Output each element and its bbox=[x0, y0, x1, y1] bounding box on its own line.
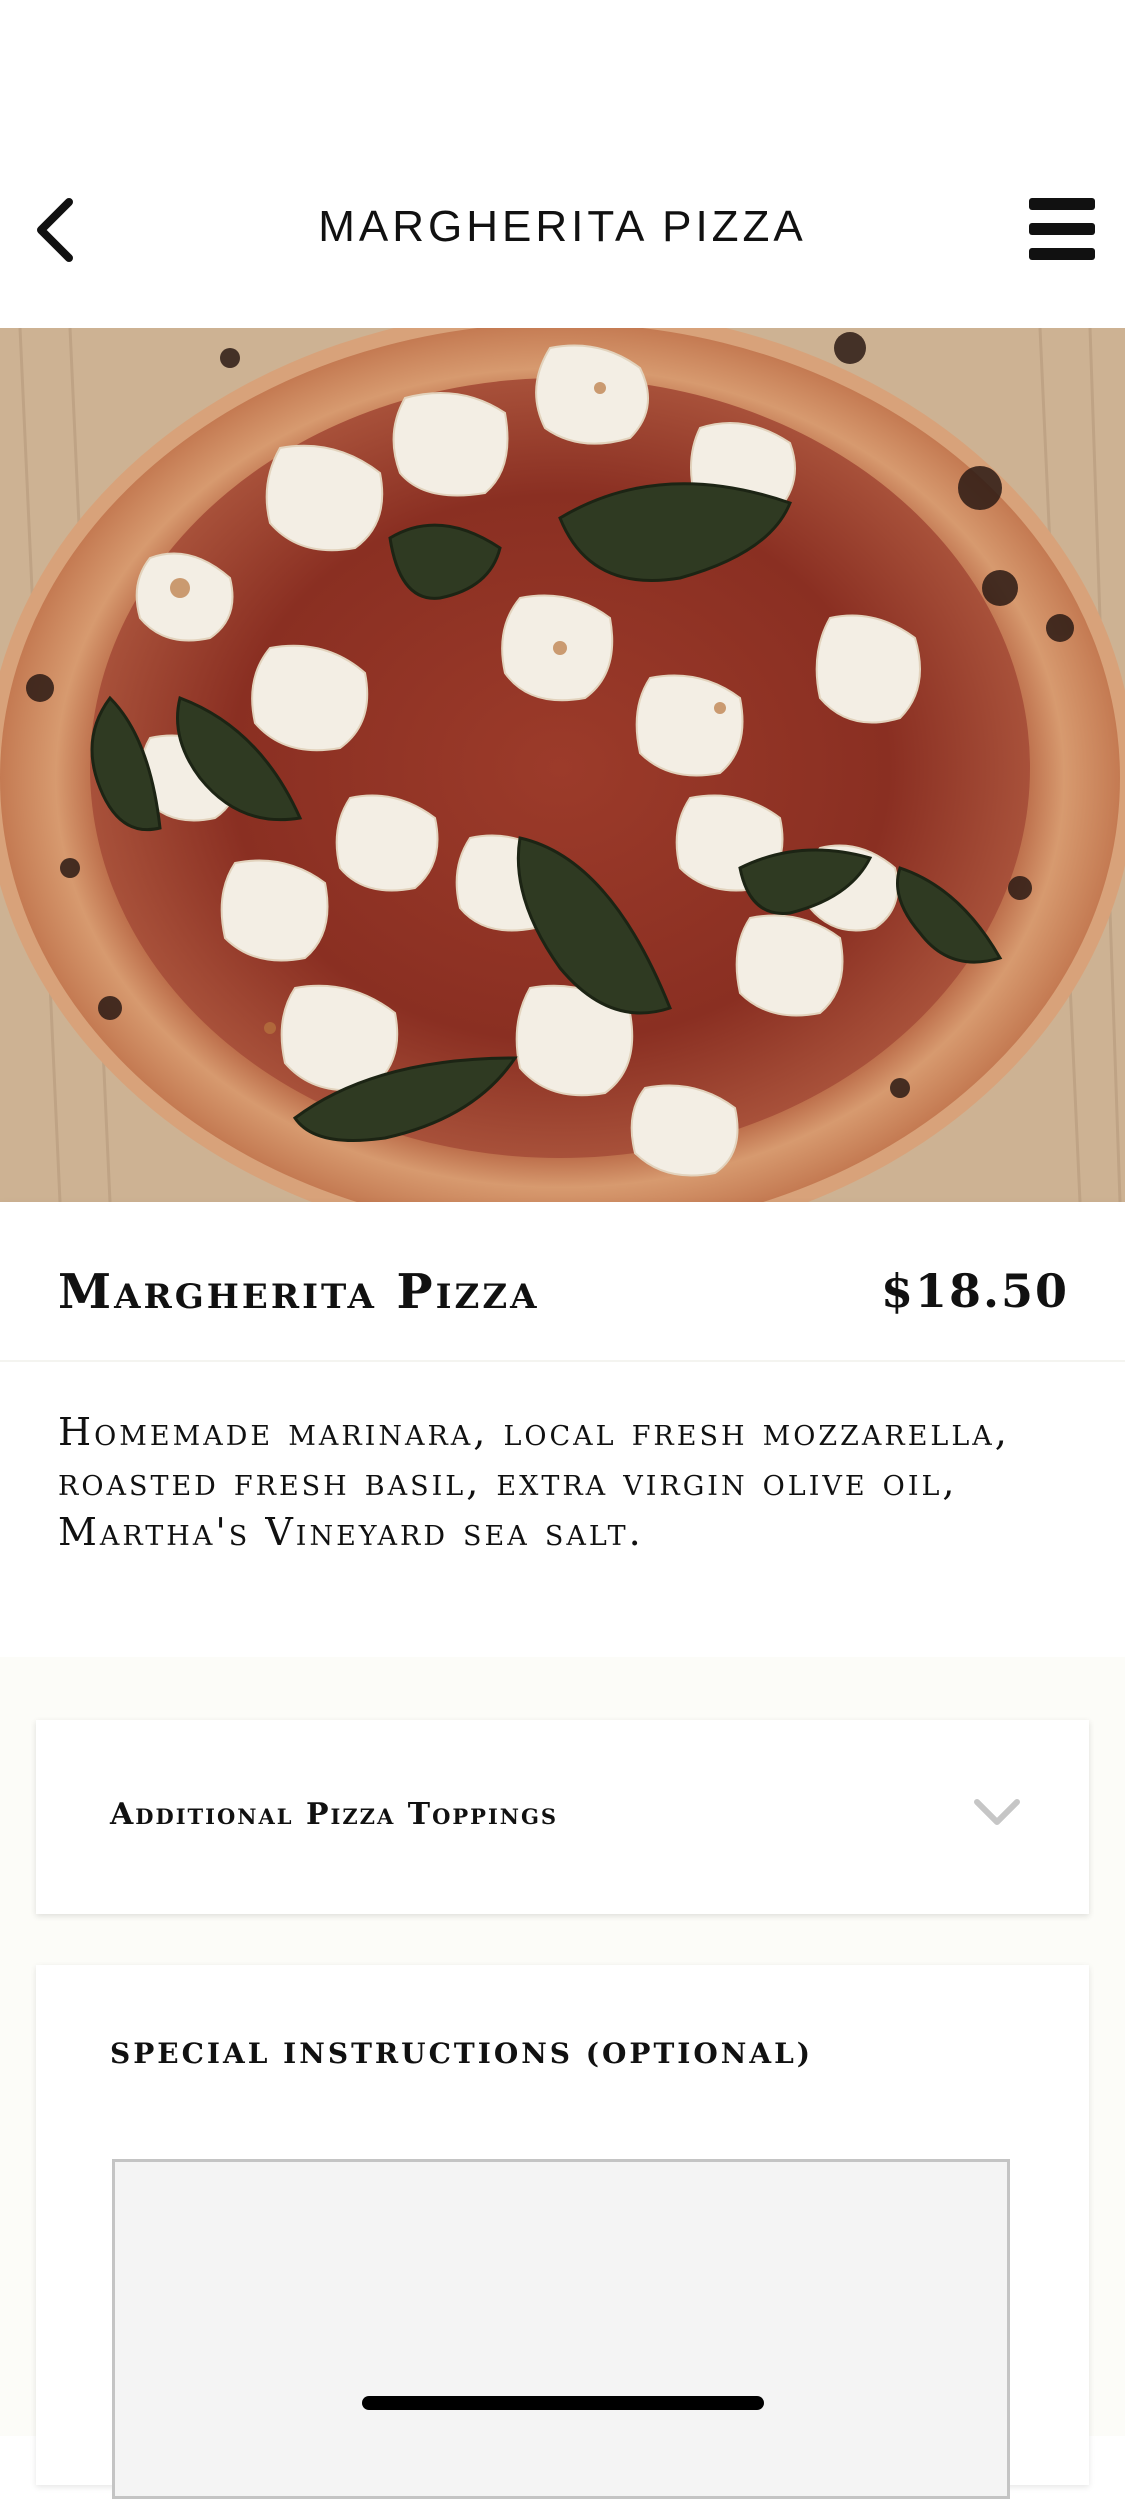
product-description: Homemade marinara, local fresh mozzarell… bbox=[58, 1410, 1010, 1554]
chevron-left-icon bbox=[37, 198, 73, 262]
top-nav-bar: MARGHERITA PIZZA bbox=[0, 150, 1125, 328]
product-price: $18.50 bbox=[880, 1264, 1069, 1318]
back-button[interactable] bbox=[20, 190, 90, 270]
divider bbox=[0, 1360, 1125, 1362]
hamburger-menu-icon bbox=[1029, 198, 1095, 210]
home-indicator[interactable] bbox=[362, 2396, 764, 2410]
toppings-label: Additional Pizza Toppings bbox=[110, 1797, 559, 1832]
product-name: Margherita Pizza bbox=[58, 1264, 540, 1320]
special-instructions-label: SPECIAL INSTRUCTIONS (OPTIONAL) bbox=[110, 2037, 814, 2070]
special-instructions-input[interactable] bbox=[112, 2159, 1010, 2499]
product-info-panel: Margherita Pizza $18.50 Homemade marinar… bbox=[0, 1202, 1125, 1657]
pizza-photo bbox=[0, 328, 1125, 1202]
additional-toppings-dropdown[interactable]: Additional Pizza Toppings bbox=[36, 1720, 1089, 1914]
chevron-down-icon bbox=[974, 1799, 1020, 1825]
menu-button[interactable] bbox=[1029, 198, 1095, 260]
page-title: MARGHERITA PIZZA bbox=[318, 202, 807, 251]
status-bar-area bbox=[0, 0, 1125, 150]
product-title-row: Margherita Pizza $18.50 bbox=[58, 1264, 1069, 1334]
